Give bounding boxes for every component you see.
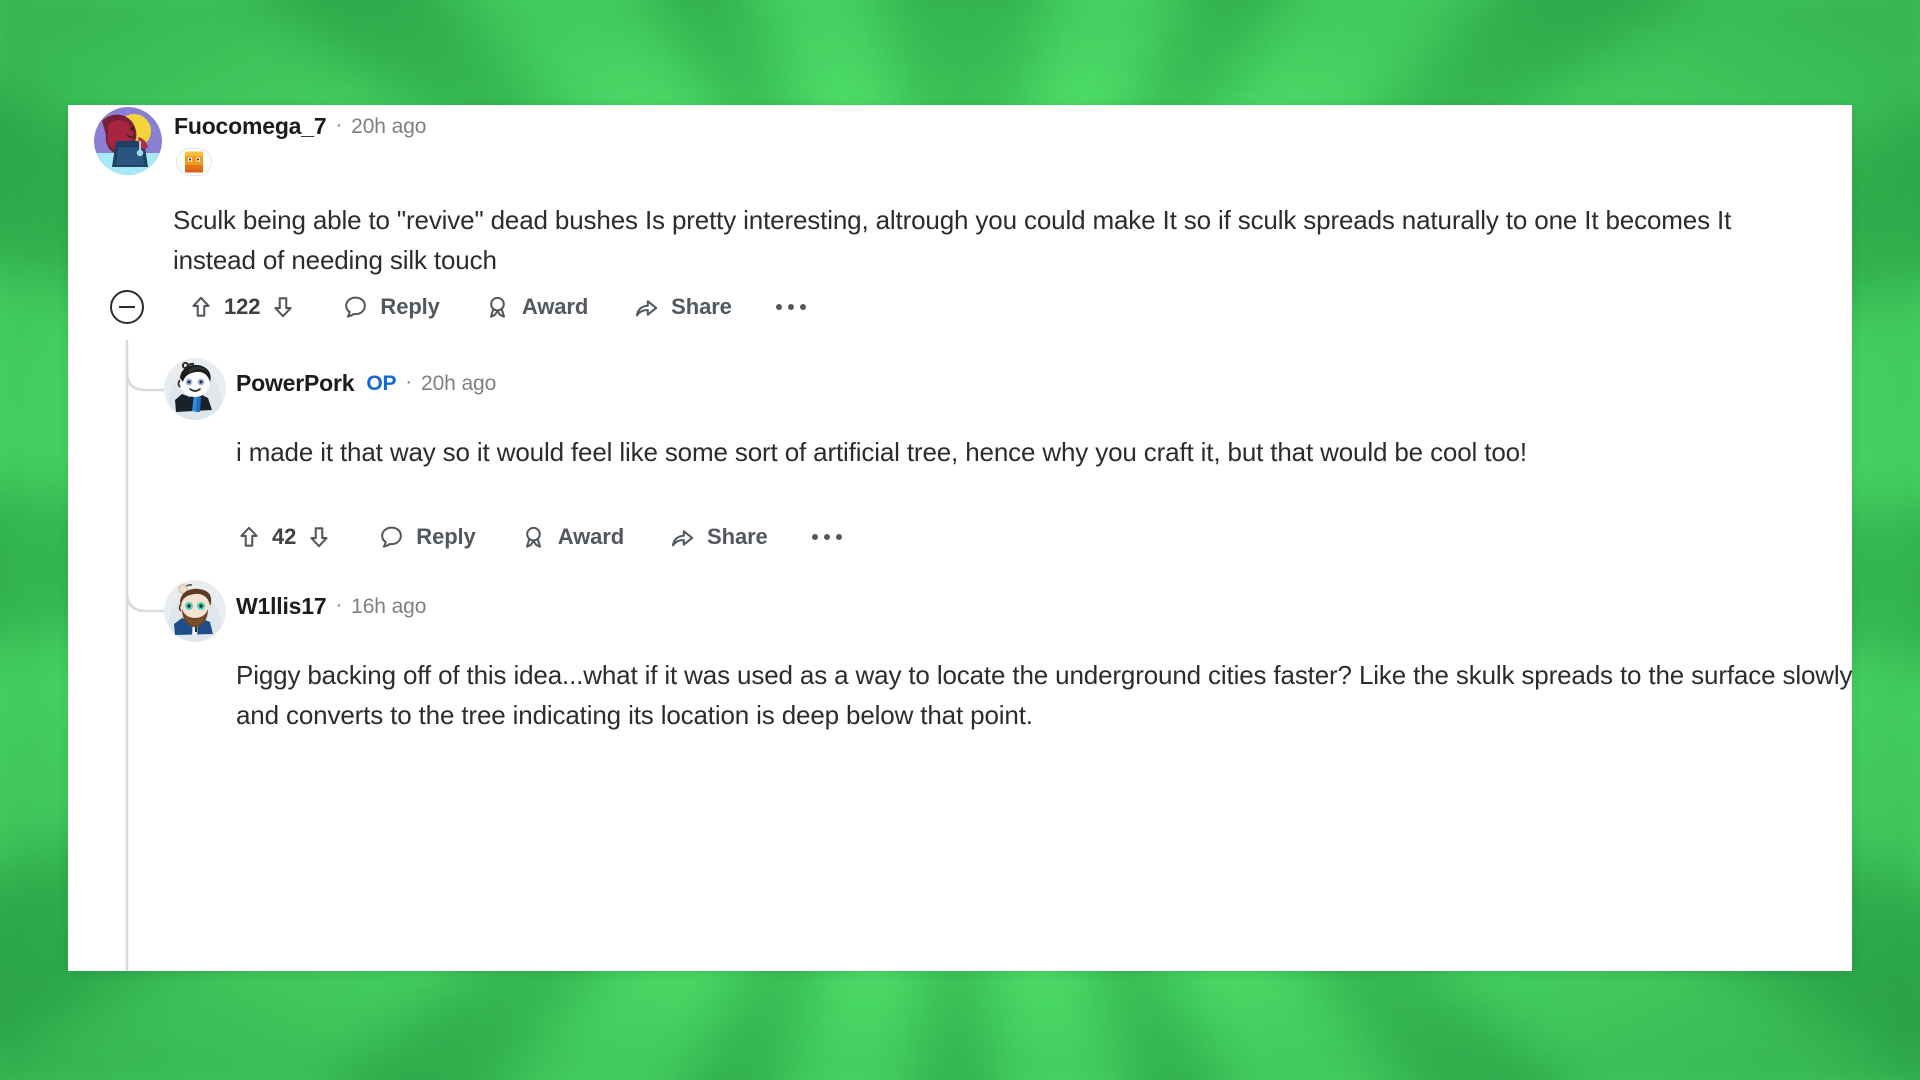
avatar-illustration: [164, 358, 226, 420]
minecraft-blaze-flair-icon: [185, 151, 203, 173]
more-kebab-icon[interactable]: [775, 304, 806, 310]
username[interactable]: Fuocomega_7: [174, 113, 327, 140]
comment-header: Fuocomega_7 · 20h ago: [174, 113, 426, 140]
timestamp: 20h ago: [420, 371, 497, 395]
avatar-illustration: [94, 107, 162, 175]
downvote-arrow-icon[interactable]: [270, 293, 296, 321]
award-button[interactable]: Award: [520, 524, 624, 551]
meta-separator: ·: [335, 593, 343, 616]
reply-button[interactable]: Reply: [342, 294, 440, 321]
vote-group: 122: [188, 293, 296, 321]
award-button[interactable]: Award: [484, 294, 588, 321]
avatar[interactable]: [164, 580, 226, 642]
collapse-minus-icon[interactable]: [110, 290, 144, 324]
upvote-arrow-icon[interactable]: [236, 523, 262, 551]
reply-label: Reply: [416, 524, 476, 549]
upvote-arrow-icon[interactable]: [188, 293, 214, 321]
vote-score: 42: [272, 524, 297, 549]
timestamp: 20h ago: [351, 114, 427, 138]
kebab-dot: [835, 534, 842, 540]
comment-body: i made it that way so it would feel like…: [236, 437, 1528, 467]
meta-separator: ·: [335, 113, 343, 136]
more-kebab-icon[interactable]: [811, 534, 842, 540]
vote-score: 122: [224, 294, 261, 319]
kebab-dot: [787, 304, 794, 310]
comment-actions: 122 Reply Award Share: [110, 290, 806, 324]
username[interactable]: PowerPork: [236, 370, 355, 397]
award-ribbon-icon: [525, 526, 541, 548]
comment-header: W1llis17 · 16h ago: [236, 593, 426, 620]
share-button[interactable]: Share: [668, 524, 768, 551]
kebab-dot: [799, 304, 806, 310]
screenshot-stage: Fuocomega_7 · 20h ago Sculk being able t…: [0, 0, 1920, 1080]
kebab-dot: [775, 304, 782, 310]
share-arrow-icon: [636, 299, 658, 316]
timestamp: 16h ago: [351, 594, 427, 618]
comment-bubble-icon: [345, 296, 367, 318]
vote-group: 42: [236, 523, 332, 551]
comment-thread-card: Fuocomega_7 · 20h ago Sculk being able t…: [68, 105, 1852, 971]
reply-button[interactable]: Reply: [378, 524, 476, 551]
award-ribbon-icon: [489, 296, 505, 318]
share-arrow-icon: [672, 529, 694, 546]
kebab-dot: [823, 534, 830, 540]
avatar-illustration: [164, 580, 226, 642]
avatar[interactable]: [94, 107, 162, 175]
award-label: Award: [521, 294, 589, 319]
op-badge: OP: [366, 371, 397, 395]
username[interactable]: W1llis17: [236, 593, 327, 620]
comment-bubble-icon: [381, 526, 403, 548]
award-label: Award: [557, 524, 625, 549]
comment-body: Sculk being able to "revive" dead bushes…: [173, 205, 1732, 275]
share-button[interactable]: Share: [632, 294, 732, 321]
kebab-dot: [811, 534, 818, 540]
share-label: Share: [671, 294, 732, 319]
avatar[interactable]: [164, 358, 226, 420]
share-label: Share: [707, 524, 768, 549]
comment-header: PowerPork OP · 20h ago: [236, 370, 496, 397]
user-flair[interactable]: [176, 148, 212, 176]
downvote-arrow-icon[interactable]: [306, 523, 332, 551]
comment-actions: 42 Reply Award Share: [236, 523, 842, 551]
reply-label: Reply: [380, 294, 440, 319]
comment-body: Piggy backing off of this idea...what if…: [236, 660, 1852, 730]
meta-separator: ·: [405, 370, 412, 393]
